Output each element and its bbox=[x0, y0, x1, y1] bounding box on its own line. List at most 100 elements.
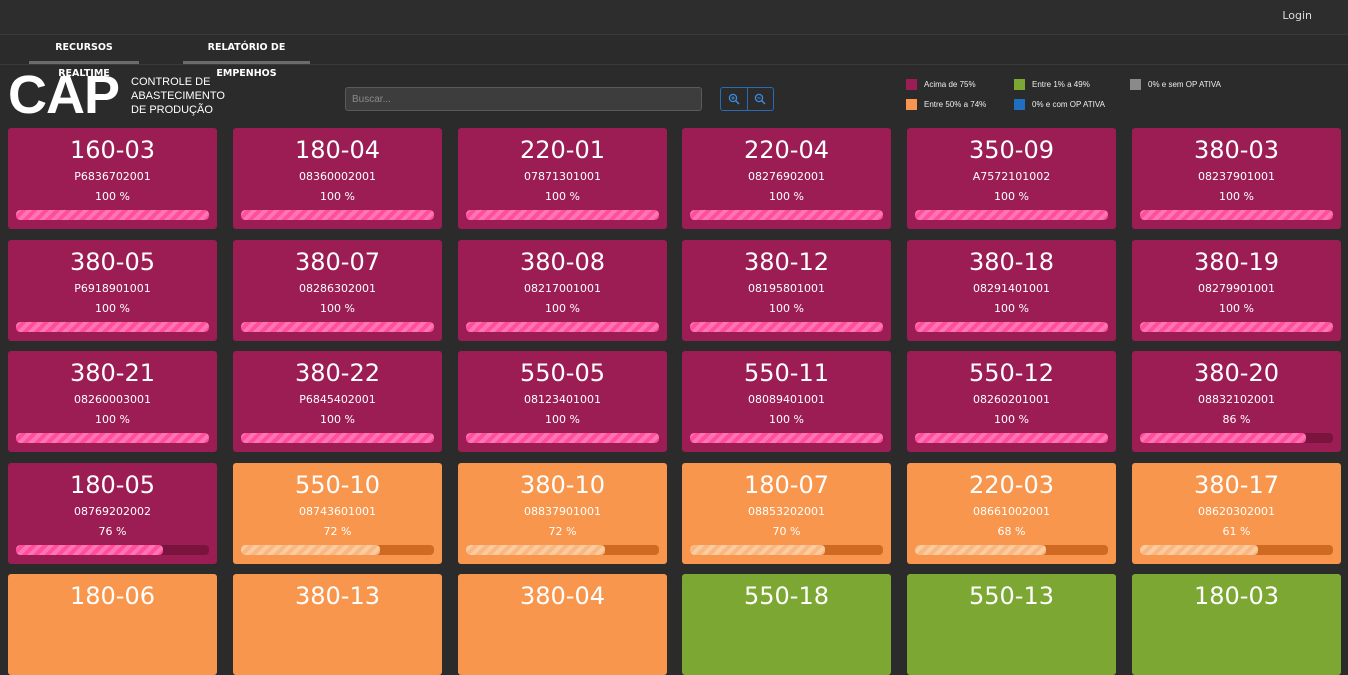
progress-percent: 100 % bbox=[545, 413, 580, 426]
progress-bar bbox=[1140, 545, 1333, 555]
resource-card[interactable]: 380-18 08291401001 100 % bbox=[907, 240, 1116, 341]
order-code: 08837901001 bbox=[524, 505, 601, 518]
progress-fill bbox=[690, 433, 883, 443]
order-code: 08260201001 bbox=[973, 393, 1050, 406]
zoom-in-button[interactable] bbox=[721, 88, 747, 110]
resource-title: 180-03 bbox=[1193, 582, 1279, 610]
order-code: 08217001001 bbox=[524, 282, 601, 295]
resource-card[interactable]: 550-12 08260201001 100 % bbox=[907, 351, 1116, 452]
progress-percent: 100 % bbox=[320, 413, 355, 426]
resource-card[interactable]: 550-18 bbox=[682, 574, 891, 675]
progress-bar bbox=[915, 545, 1108, 555]
resource-title: 380-20 bbox=[1193, 359, 1279, 387]
tab-recursos-realtime[interactable]: RECURSOS REALTIME bbox=[29, 35, 139, 79]
progress-bar bbox=[466, 545, 659, 555]
order-code: 08286302001 bbox=[299, 282, 376, 295]
resource-card[interactable]: 180-05 08769202002 76 % bbox=[8, 463, 217, 564]
legend-swatch bbox=[906, 99, 917, 110]
resource-card[interactable]: 550-05 08123401001 100 % bbox=[458, 351, 667, 452]
resource-card[interactable]: 180-04 08360002001 100 % bbox=[233, 128, 442, 229]
progress-percent: 100 % bbox=[320, 302, 355, 315]
resource-card[interactable]: 160-03 P6836702001 100 % bbox=[8, 128, 217, 229]
resource-card[interactable]: 220-04 08276902001 100 % bbox=[682, 128, 891, 229]
progress-percent: 100 % bbox=[95, 302, 130, 315]
progress-percent: 100 % bbox=[545, 190, 580, 203]
zoom-button-group bbox=[720, 87, 774, 111]
nav-tabs: RECURSOS REALTIME RELATÓRIO DE EMPENHOS bbox=[0, 35, 1348, 79]
resource-title: 380-18 bbox=[968, 248, 1054, 276]
legend-item: 0% e sem OP ATIVA bbox=[1130, 79, 1221, 90]
progress-bar bbox=[241, 210, 434, 220]
resource-card[interactable]: 380-22 P6845402001 100 % bbox=[233, 351, 442, 452]
resource-title: 380-07 bbox=[294, 248, 380, 276]
progress-percent: 76 % bbox=[98, 525, 127, 538]
progress-fill bbox=[1140, 433, 1306, 443]
top-bar: Login bbox=[0, 0, 1348, 35]
progress-fill bbox=[915, 210, 1108, 220]
progress-percent: 72 % bbox=[548, 525, 577, 538]
resource-card[interactable]: 550-13 bbox=[907, 574, 1116, 675]
resource-card[interactable]: 220-01 07871301001 100 % bbox=[458, 128, 667, 229]
resource-title: 380-19 bbox=[1193, 248, 1279, 276]
resource-title: 380-21 bbox=[69, 359, 155, 387]
resource-title: 160-03 bbox=[69, 136, 155, 164]
resource-card[interactable]: 550-11 08089401001 100 % bbox=[682, 351, 891, 452]
progress-fill bbox=[690, 545, 826, 555]
progress-fill bbox=[1140, 545, 1258, 555]
progress-bar bbox=[1140, 210, 1333, 220]
resource-card[interactable]: 380-07 08286302001 100 % bbox=[233, 240, 442, 341]
subtitle-line: DE PRODUÇÃO bbox=[131, 104, 213, 116]
resource-card[interactable]: 380-05 P6918901001 100 % bbox=[8, 240, 217, 341]
resource-card[interactable]: 350-09 A7572101002 100 % bbox=[907, 128, 1116, 229]
resource-card[interactable]: 380-12 08195801001 100 % bbox=[682, 240, 891, 341]
progress-fill bbox=[1140, 210, 1333, 220]
progress-fill bbox=[466, 545, 605, 555]
progress-bar bbox=[690, 545, 883, 555]
zoom-out-button[interactable] bbox=[746, 88, 774, 110]
resource-card[interactable]: 220-03 08661002001 68 % bbox=[907, 463, 1116, 564]
progress-fill bbox=[915, 433, 1108, 443]
legend-item: Entre 50% a 74% bbox=[906, 99, 986, 110]
progress-fill bbox=[16, 210, 209, 220]
resource-card[interactable]: 380-20 08832102001 86 % bbox=[1132, 351, 1341, 452]
order-code: 08123401001 bbox=[524, 393, 601, 406]
legend-swatch bbox=[1014, 99, 1025, 110]
resource-card[interactable]: 180-06 bbox=[8, 574, 217, 675]
login-link[interactable]: Login bbox=[1282, 9, 1312, 22]
resource-card[interactable]: 380-10 08837901001 72 % bbox=[458, 463, 667, 564]
order-code: 08089401001 bbox=[748, 393, 825, 406]
legend-swatch bbox=[1130, 79, 1141, 90]
resource-card[interactable]: 380-21 08260003001 100 % bbox=[8, 351, 217, 452]
resource-card[interactable]: 380-17 08620302001 61 % bbox=[1132, 463, 1341, 564]
resource-card[interactable]: 380-13 bbox=[233, 574, 442, 675]
resource-title: 380-17 bbox=[1193, 471, 1279, 499]
resource-card[interactable]: 380-04 bbox=[458, 574, 667, 675]
resource-card[interactable]: 380-19 08279901001 100 % bbox=[1132, 240, 1341, 341]
zoom-in-icon bbox=[728, 93, 740, 105]
order-code: 08260003001 bbox=[74, 393, 151, 406]
progress-bar bbox=[690, 322, 883, 332]
search-input[interactable] bbox=[345, 87, 702, 111]
progress-fill bbox=[466, 322, 659, 332]
legend-label: 0% e com OP ATIVA bbox=[1032, 100, 1105, 109]
order-code: P6918901001 bbox=[74, 282, 151, 295]
resource-card[interactable]: 550-10 08743601001 72 % bbox=[233, 463, 442, 564]
resource-card[interactable]: 180-07 08853202001 70 % bbox=[682, 463, 891, 564]
order-code: 07871301001 bbox=[524, 170, 601, 183]
order-code: 08620302001 bbox=[1198, 505, 1275, 518]
progress-fill bbox=[241, 545, 380, 555]
resource-card[interactable]: 180-03 bbox=[1132, 574, 1341, 675]
resource-card[interactable]: 380-03 08237901001 100 % bbox=[1132, 128, 1341, 229]
resource-title: 380-08 bbox=[519, 248, 605, 276]
tab-relatorio-empenhos[interactable]: RELATÓRIO DE EMPENHOS bbox=[183, 35, 310, 79]
progress-bar bbox=[16, 210, 209, 220]
resource-title: 180-07 bbox=[743, 471, 829, 499]
progress-fill bbox=[690, 322, 883, 332]
order-code: P6845402001 bbox=[299, 393, 376, 406]
progress-percent: 68 % bbox=[997, 525, 1026, 538]
order-code: 08743601001 bbox=[299, 505, 376, 518]
progress-bar bbox=[241, 322, 434, 332]
progress-percent: 61 % bbox=[1222, 525, 1251, 538]
resource-card[interactable]: 380-08 08217001001 100 % bbox=[458, 240, 667, 341]
progress-bar bbox=[16, 433, 209, 443]
